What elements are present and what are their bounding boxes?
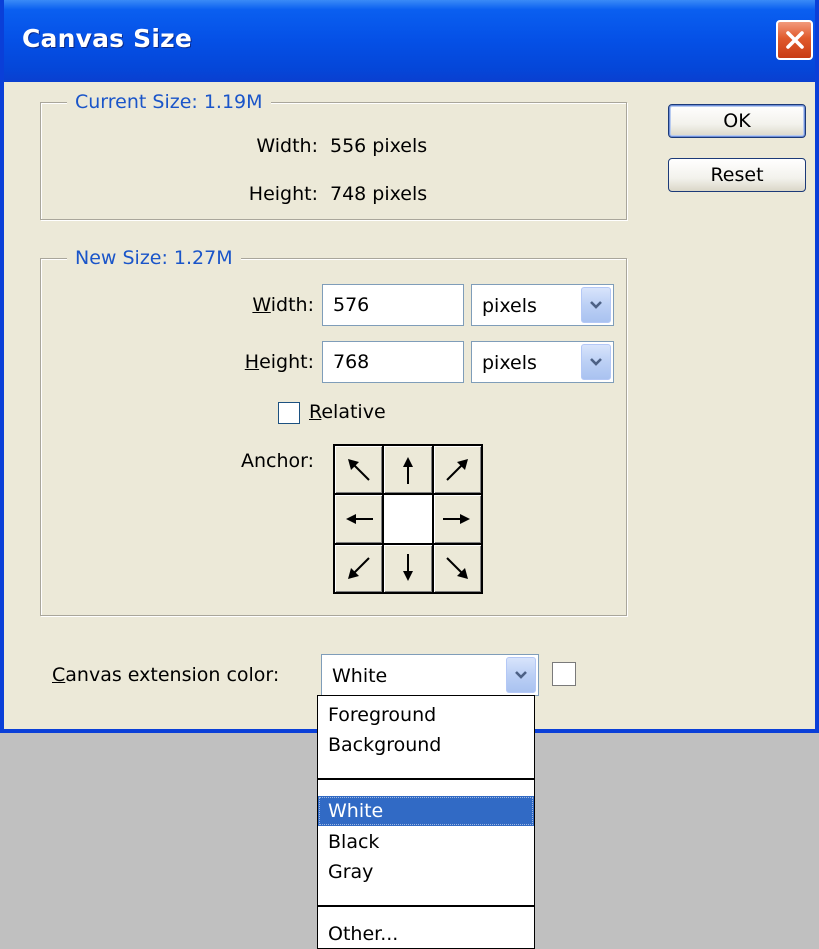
canvas-extension-color-dropdown-list: Foreground Background White Black Gray O… <box>317 695 535 949</box>
dropdown-option-gray[interactable]: Gray <box>318 857 534 887</box>
canvas-extension-color-swatch[interactable] <box>552 662 576 686</box>
arrow-up-right-icon <box>446 458 469 481</box>
anchor-bottom[interactable] <box>384 544 432 592</box>
current-width-label: Width: <box>256 135 318 157</box>
anchor-bottom-right[interactable] <box>433 544 481 592</box>
anchor-right[interactable] <box>433 495 481 543</box>
height-input[interactable]: 768 <box>322 341 464 383</box>
dropdown-option-background[interactable]: Background <box>318 730 534 760</box>
anchor-top[interactable] <box>384 446 432 494</box>
dropdown-option-black[interactable]: Black <box>318 827 534 857</box>
arrow-right-icon <box>443 513 471 524</box>
anchor-top-right[interactable] <box>433 446 481 494</box>
width-unit-select[interactable]: pixels <box>471 284 614 326</box>
width-input[interactable]: 576 <box>322 284 464 326</box>
width-unit-value: pixels <box>482 295 537 317</box>
anchor-left[interactable] <box>335 495 383 543</box>
anchor-grid <box>333 444 483 594</box>
dropdown-option-white[interactable]: White <box>318 796 534 826</box>
anchor-top-left[interactable] <box>335 446 383 494</box>
arrow-up-icon <box>402 456 413 484</box>
new-width-label: Width: <box>252 294 314 316</box>
current-height-label: Height: <box>248 183 318 205</box>
anchor-label: Anchor: <box>240 450 314 472</box>
height-unit-select[interactable]: pixels <box>471 341 614 383</box>
reset-button[interactable]: Reset <box>668 158 806 192</box>
dropdown-option-foreground[interactable]: Foreground <box>318 700 534 730</box>
arrow-down-right-icon <box>446 557 469 580</box>
chevron-down-icon <box>515 671 527 679</box>
canvas-extension-color-label: Canvas extension color: <box>52 664 280 686</box>
arrow-down-icon <box>402 554 413 582</box>
canvas-size-dialog: Canvas Size Current Size: 1.19M Width: 5… <box>0 0 819 733</box>
dropdown-option-other[interactable]: Other... <box>318 919 534 949</box>
current-width-value: 556 pixels <box>330 135 428 157</box>
canvas-extension-color-value: White <box>332 665 388 687</box>
desktop-background: Canvas Size Current Size: 1.19M Width: 5… <box>0 0 819 949</box>
anchor-center[interactable] <box>384 495 432 543</box>
current-size-legend: Current Size: 1.19M <box>67 90 271 114</box>
relative-checkbox[interactable] <box>278 402 300 424</box>
relative-label[interactable]: Relative <box>309 400 386 424</box>
close-button[interactable] <box>776 20 813 60</box>
height-unit-dropdown-button[interactable] <box>581 344 611 380</box>
canvas-extension-color-select[interactable]: White <box>321 654 539 696</box>
canvas-extension-color-dropdown-button[interactable] <box>506 657 536 693</box>
current-height-value: 748 pixels <box>330 183 428 205</box>
arrow-down-left-icon <box>347 557 370 580</box>
height-unit-value: pixels <box>482 352 537 374</box>
new-height-label: Height: <box>244 351 314 373</box>
new-size-legend: New Size: 1.27M <box>67 246 241 270</box>
dialog-body: Current Size: 1.19M Width: 556 pixels He… <box>4 82 815 729</box>
close-icon <box>785 31 804 49</box>
chevron-down-icon <box>590 301 602 309</box>
arrow-up-left-icon <box>347 458 370 481</box>
title-bar[interactable]: Canvas Size <box>4 0 815 82</box>
chevron-down-icon <box>590 358 602 366</box>
dropdown-separator <box>318 905 534 907</box>
width-unit-dropdown-button[interactable] <box>581 287 611 323</box>
window-title: Canvas Size <box>22 24 193 53</box>
arrow-left-icon <box>345 513 373 524</box>
ok-button[interactable]: OK <box>668 104 806 138</box>
dropdown-separator <box>318 778 534 780</box>
anchor-bottom-left[interactable] <box>335 544 383 592</box>
